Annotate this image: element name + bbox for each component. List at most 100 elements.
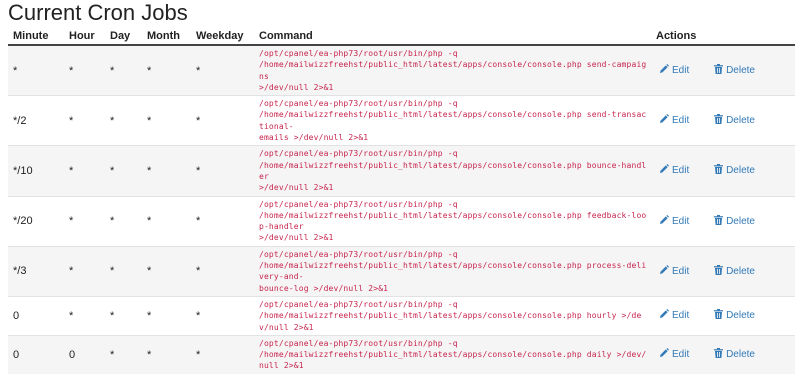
day-cell: * — [105, 44, 142, 96]
command-cell: /opt/cpanel/ea-php73/root/usr/bin/php -q… — [254, 334, 651, 374]
column-header-hour: Hour — [64, 27, 105, 46]
day-cell: * — [105, 145, 142, 197]
edit-label: Edit — [672, 310, 690, 322]
command-cell: /opt/cpanel/ea-php73/root/usr/bin/php -q… — [254, 245, 651, 297]
delete-button[interactable]: Delete — [714, 264, 755, 278]
minute-cell: * — [8, 44, 64, 96]
actions-cell: Edit Delete — [651, 195, 795, 247]
cron-jobs-page: Current Cron Jobs Minute Hour Day Month … — [0, 0, 800, 374]
edit-label: Edit — [672, 349, 690, 361]
pencil-icon — [659, 348, 669, 361]
command-cell: /opt/cpanel/ea-php73/root/usr/bin/php -q… — [254, 295, 651, 336]
weekday-cell: * — [191, 145, 254, 197]
month-cell: * — [142, 245, 191, 297]
table-row: * * * * * /opt/cpanel/ea-php73/root/usr/… — [8, 44, 795, 96]
edit-button[interactable]: Edit — [659, 64, 705, 77]
month-cell: * — [142, 44, 191, 96]
trash-icon — [714, 214, 724, 228]
delete-label: Delete — [726, 310, 755, 322]
weekday-cell: * — [191, 95, 254, 146]
command-cell: /opt/cpanel/ea-php73/root/usr/bin/php -q… — [254, 195, 651, 247]
cron-jobs-table: Minute Hour Day Month Weekday Command Ac… — [8, 27, 795, 374]
delete-label: Delete — [726, 349, 755, 361]
delete-button[interactable]: Delete — [714, 309, 755, 322]
minute-cell: 0 — [8, 295, 64, 336]
edit-label: Edit — [672, 65, 690, 77]
edit-button[interactable]: Edit — [659, 264, 705, 278]
weekday-cell: * — [191, 195, 254, 247]
command-text: /opt/cpanel/ea-php73/root/usr/bin/php -q… — [259, 199, 647, 243]
delete-button[interactable]: Delete — [714, 164, 755, 177]
trash-icon — [714, 348, 724, 361]
command-cell: /opt/cpanel/ea-php73/root/usr/bin/php -q… — [254, 145, 651, 197]
month-cell: * — [142, 145, 191, 197]
minute-cell: */2 — [8, 95, 64, 146]
delete-label: Delete — [726, 115, 755, 127]
command-cell: /opt/cpanel/ea-php73/root/usr/bin/php -q… — [254, 44, 651, 96]
delete-button[interactable]: Delete — [714, 348, 755, 361]
edit-button[interactable]: Edit — [659, 214, 705, 228]
page-title: Current Cron Jobs — [8, 0, 188, 25]
hour-cell: * — [64, 44, 105, 96]
delete-button[interactable]: Delete — [714, 114, 755, 127]
edit-label: Edit — [672, 165, 690, 177]
weekday-cell: * — [191, 334, 254, 374]
actions-cell: Edit Delete — [651, 44, 795, 96]
table-row: */10 * * * * /opt/cpanel/ea-php73/root/u… — [8, 145, 795, 197]
edit-label: Edit — [672, 265, 690, 277]
edit-label: Edit — [672, 215, 690, 227]
hour-cell: * — [64, 145, 105, 197]
command-text: /opt/cpanel/ea-php73/root/usr/bin/php -q… — [259, 338, 647, 371]
trash-icon — [714, 309, 724, 322]
table-row: */20 * * * * /opt/cpanel/ea-php73/root/u… — [8, 195, 795, 247]
day-cell: * — [105, 195, 142, 247]
column-header-weekday: Weekday — [191, 27, 254, 46]
column-header-actions: Actions — [651, 27, 795, 46]
trash-icon — [714, 64, 724, 77]
command-text: /opt/cpanel/ea-php73/root/usr/bin/php -q… — [259, 249, 647, 293]
edit-button[interactable]: Edit — [659, 348, 705, 361]
day-cell: * — [105, 245, 142, 297]
column-header-minute: Minute — [8, 27, 64, 46]
command-text: /opt/cpanel/ea-php73/root/usr/bin/php -q… — [259, 149, 647, 193]
day-cell: * — [105, 95, 142, 146]
hour-cell: * — [64, 295, 105, 336]
command-cell: /opt/cpanel/ea-php73/root/usr/bin/php -q… — [254, 95, 651, 146]
actions-cell: Edit Delete — [651, 295, 795, 336]
hour-cell: * — [64, 95, 105, 146]
delete-button[interactable]: Delete — [714, 64, 755, 77]
month-cell: * — [142, 295, 191, 336]
pencil-icon — [659, 214, 669, 228]
command-text: /opt/cpanel/ea-php73/root/usr/bin/php -q… — [259, 99, 647, 143]
edit-button[interactable]: Edit — [659, 114, 705, 127]
delete-label: Delete — [726, 65, 755, 77]
day-cell: * — [105, 334, 142, 374]
actions-cell: Edit Delete — [651, 334, 795, 374]
trash-icon — [714, 114, 724, 127]
minute-cell: */10 — [8, 145, 64, 197]
minute-cell: */20 — [8, 195, 64, 247]
command-text: /opt/cpanel/ea-php73/root/usr/bin/php -q… — [259, 49, 647, 92]
month-cell: * — [142, 334, 191, 374]
pencil-icon — [659, 114, 669, 127]
delete-button[interactable]: Delete — [714, 214, 755, 228]
table-row: */2 * * * * /opt/cpanel/ea-php73/root/us… — [8, 95, 795, 146]
table-row: */3 * * * * /opt/cpanel/ea-php73/root/us… — [8, 245, 795, 297]
month-cell: * — [142, 195, 191, 247]
day-cell: * — [105, 295, 142, 336]
edit-label: Edit — [672, 115, 690, 127]
table-row: 0 0 * * * /opt/cpanel/ea-php73/root/usr/… — [8, 334, 795, 374]
pencil-icon — [659, 309, 669, 322]
column-header-month: Month — [142, 27, 191, 46]
delete-label: Delete — [726, 215, 755, 227]
delete-label: Delete — [726, 165, 755, 177]
command-text: /opt/cpanel/ea-php73/root/usr/bin/php -q… — [259, 299, 642, 332]
actions-cell: Edit Delete — [651, 95, 795, 146]
column-header-day: Day — [105, 27, 142, 46]
table-row: 0 * * * * /opt/cpanel/ea-php73/root/usr/… — [8, 295, 795, 336]
weekday-cell: * — [191, 295, 254, 336]
column-header-command: Command — [254, 27, 651, 46]
hour-cell: * — [64, 195, 105, 247]
edit-button[interactable]: Edit — [659, 164, 705, 177]
edit-button[interactable]: Edit — [659, 309, 705, 322]
